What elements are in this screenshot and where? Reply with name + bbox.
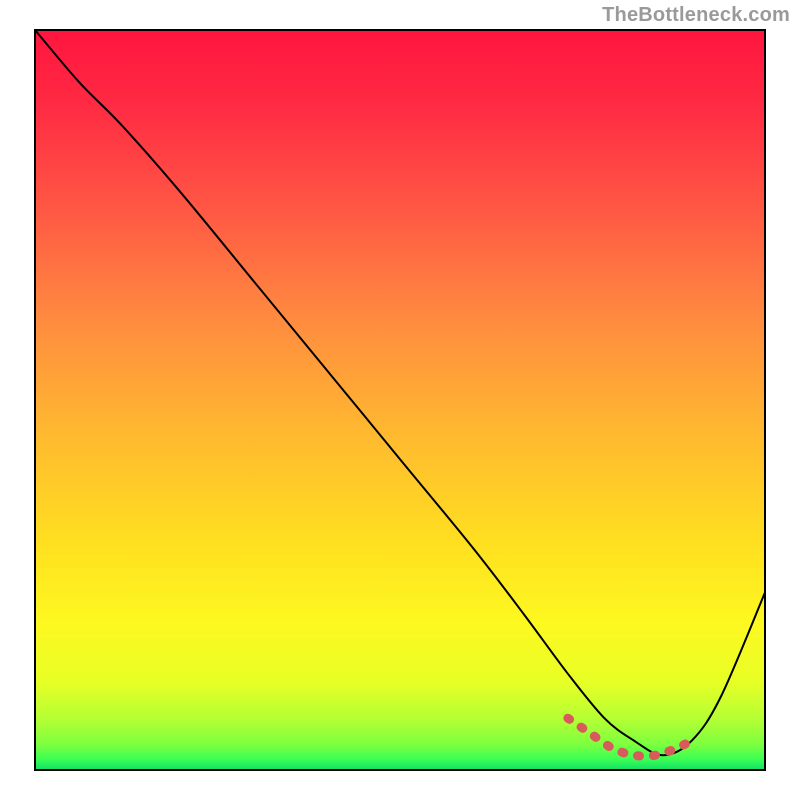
gradient-background (35, 30, 765, 770)
bottleneck-chart (0, 0, 800, 800)
chart-stage: TheBottleneck.com (0, 0, 800, 800)
watermark-text: TheBottleneck.com (602, 4, 790, 27)
plot-area (35, 30, 765, 770)
